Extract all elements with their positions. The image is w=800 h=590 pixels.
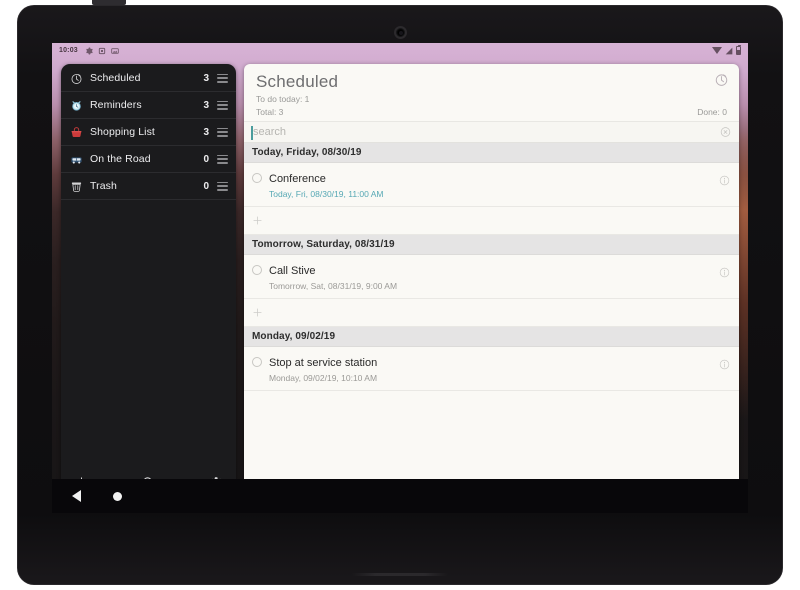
sidebar-item-on-the-road[interactable]: On the Road 0 bbox=[61, 146, 236, 173]
done-count: Done: 0 bbox=[697, 106, 727, 118]
task-row[interactable]: Call Stive Tomorrow, Sat, 08/31/19, 9:00… bbox=[244, 255, 739, 299]
status-bar-notification-icons bbox=[85, 47, 119, 55]
sidebar-item-reminders[interactable]: Reminders 3 bbox=[61, 92, 236, 119]
task-text: Call Stive Tomorrow, Sat, 08/31/19, 9:00… bbox=[269, 261, 709, 292]
main-panel: Scheduled To do today: 1 Total: 3 Done: … bbox=[244, 64, 739, 512]
info-icon[interactable] bbox=[719, 175, 730, 186]
task-due-date: Tomorrow, Sat, 08/31/19, 9:00 AM bbox=[269, 280, 709, 292]
task-checkbox[interactable] bbox=[252, 173, 262, 183]
sidebar-spacer bbox=[61, 200, 236, 465]
info-icon[interactable] bbox=[719, 267, 730, 278]
trash-icon bbox=[70, 180, 83, 193]
sidebar-item-count: 3 bbox=[203, 73, 209, 84]
reorder-handle-icon[interactable] bbox=[217, 182, 228, 191]
basket-icon bbox=[70, 126, 83, 139]
tablet-screen: 10:03 bbox=[52, 43, 748, 513]
totals-line: Total: 3 Done: 0 bbox=[256, 106, 727, 118]
reorder-handle-icon[interactable] bbox=[217, 74, 228, 83]
android-navigation-bar bbox=[52, 479, 748, 513]
add-icon[interactable] bbox=[252, 307, 263, 318]
reorder-handle-icon[interactable] bbox=[217, 155, 228, 164]
todo-today-line: To do today: 1 bbox=[256, 93, 727, 105]
reorder-handle-icon[interactable] bbox=[217, 128, 228, 137]
total-count: Total: 3 bbox=[256, 106, 283, 118]
app-content: Scheduled 3 Reminders 3 bbox=[52, 58, 748, 513]
sidebar-item-count: 3 bbox=[203, 100, 209, 111]
reorder-handle-icon[interactable] bbox=[217, 101, 228, 110]
search-input[interactable] bbox=[244, 122, 709, 142]
panel-header: Scheduled To do today: 1 Total: 3 Done: … bbox=[244, 64, 739, 118]
speaker-grille bbox=[352, 573, 448, 576]
sidebar-item-shopping-list[interactable]: Shopping List 3 bbox=[61, 119, 236, 146]
status-bar-system-icons bbox=[712, 46, 741, 55]
task-checkbox[interactable] bbox=[252, 265, 262, 275]
add-icon[interactable] bbox=[252, 215, 263, 226]
sidebar-item-count: 0 bbox=[203, 181, 209, 192]
task-due-date: Today, Fri, 08/30/19, 11:00 AM bbox=[269, 188, 709, 200]
stopwatch-icon[interactable] bbox=[714, 72, 729, 87]
alarm-clock-icon bbox=[70, 99, 83, 112]
page-title: Scheduled bbox=[256, 72, 727, 92]
add-task-row[interactable] bbox=[244, 299, 739, 327]
sidebar-item-count: 3 bbox=[203, 127, 209, 138]
task-row[interactable]: Stop at service station Monday, 09/02/19… bbox=[244, 347, 739, 391]
task-checkbox[interactable] bbox=[252, 357, 262, 367]
task-due-date: Monday, 09/02/19, 10:10 AM bbox=[269, 372, 709, 384]
task-title: Stop at service station bbox=[269, 357, 377, 369]
add-task-row[interactable] bbox=[244, 207, 739, 235]
info-icon[interactable] bbox=[719, 359, 730, 370]
sidebar-item-trash[interactable]: Trash 0 bbox=[61, 173, 236, 200]
power-button[interactable] bbox=[92, 0, 126, 5]
clear-icon[interactable] bbox=[720, 127, 731, 138]
group-header: Monday, 09/02/19 bbox=[244, 327, 739, 347]
status-bar: 10:03 bbox=[52, 43, 748, 58]
group-header: Today, Friday, 08/30/19 bbox=[244, 143, 739, 163]
sidebar-item-label: Reminders bbox=[90, 99, 203, 111]
group-header: Tomorrow, Saturday, 08/31/19 bbox=[244, 235, 739, 255]
todo-today-count: To do today: 1 bbox=[256, 93, 309, 105]
car-icon bbox=[70, 153, 83, 166]
task-text: Conference Today, Fri, 08/30/19, 11:00 A… bbox=[269, 169, 709, 200]
sidebar-item-label: On the Road bbox=[90, 153, 203, 165]
sidebar-item-label: Scheduled bbox=[90, 72, 203, 84]
crop-icon bbox=[98, 47, 106, 55]
image-icon bbox=[111, 47, 119, 55]
signal-icon bbox=[725, 47, 733, 55]
settings-icon bbox=[85, 47, 93, 55]
sidebar-item-scheduled[interactable]: Scheduled 3 bbox=[61, 65, 236, 92]
status-bar-clock: 10:03 bbox=[59, 47, 78, 54]
front-camera bbox=[396, 28, 405, 37]
sidebar-item-label: Shopping List bbox=[90, 126, 203, 138]
task-title: Call Stive bbox=[269, 265, 315, 277]
home-circle-icon[interactable] bbox=[113, 492, 122, 501]
task-list: Today, Friday, 08/30/19 Conference Today… bbox=[244, 143, 739, 512]
battery-icon bbox=[736, 46, 741, 55]
search-row[interactable] bbox=[244, 121, 739, 143]
sidebar: Scheduled 3 Reminders 3 bbox=[61, 64, 236, 499]
sidebar-item-count: 0 bbox=[203, 154, 209, 165]
text-cursor bbox=[251, 126, 253, 140]
back-triangle-icon[interactable] bbox=[72, 490, 81, 502]
wifi-icon bbox=[712, 47, 722, 54]
sidebar-item-label: Trash bbox=[90, 180, 203, 192]
task-text: Stop at service station Monday, 09/02/19… bbox=[269, 353, 709, 384]
stopwatch-icon bbox=[70, 72, 83, 85]
task-row[interactable]: Conference Today, Fri, 08/30/19, 11:00 A… bbox=[244, 163, 739, 207]
task-title: Conference bbox=[269, 173, 326, 185]
sidebar-list: Scheduled 3 Reminders 3 bbox=[61, 64, 236, 200]
